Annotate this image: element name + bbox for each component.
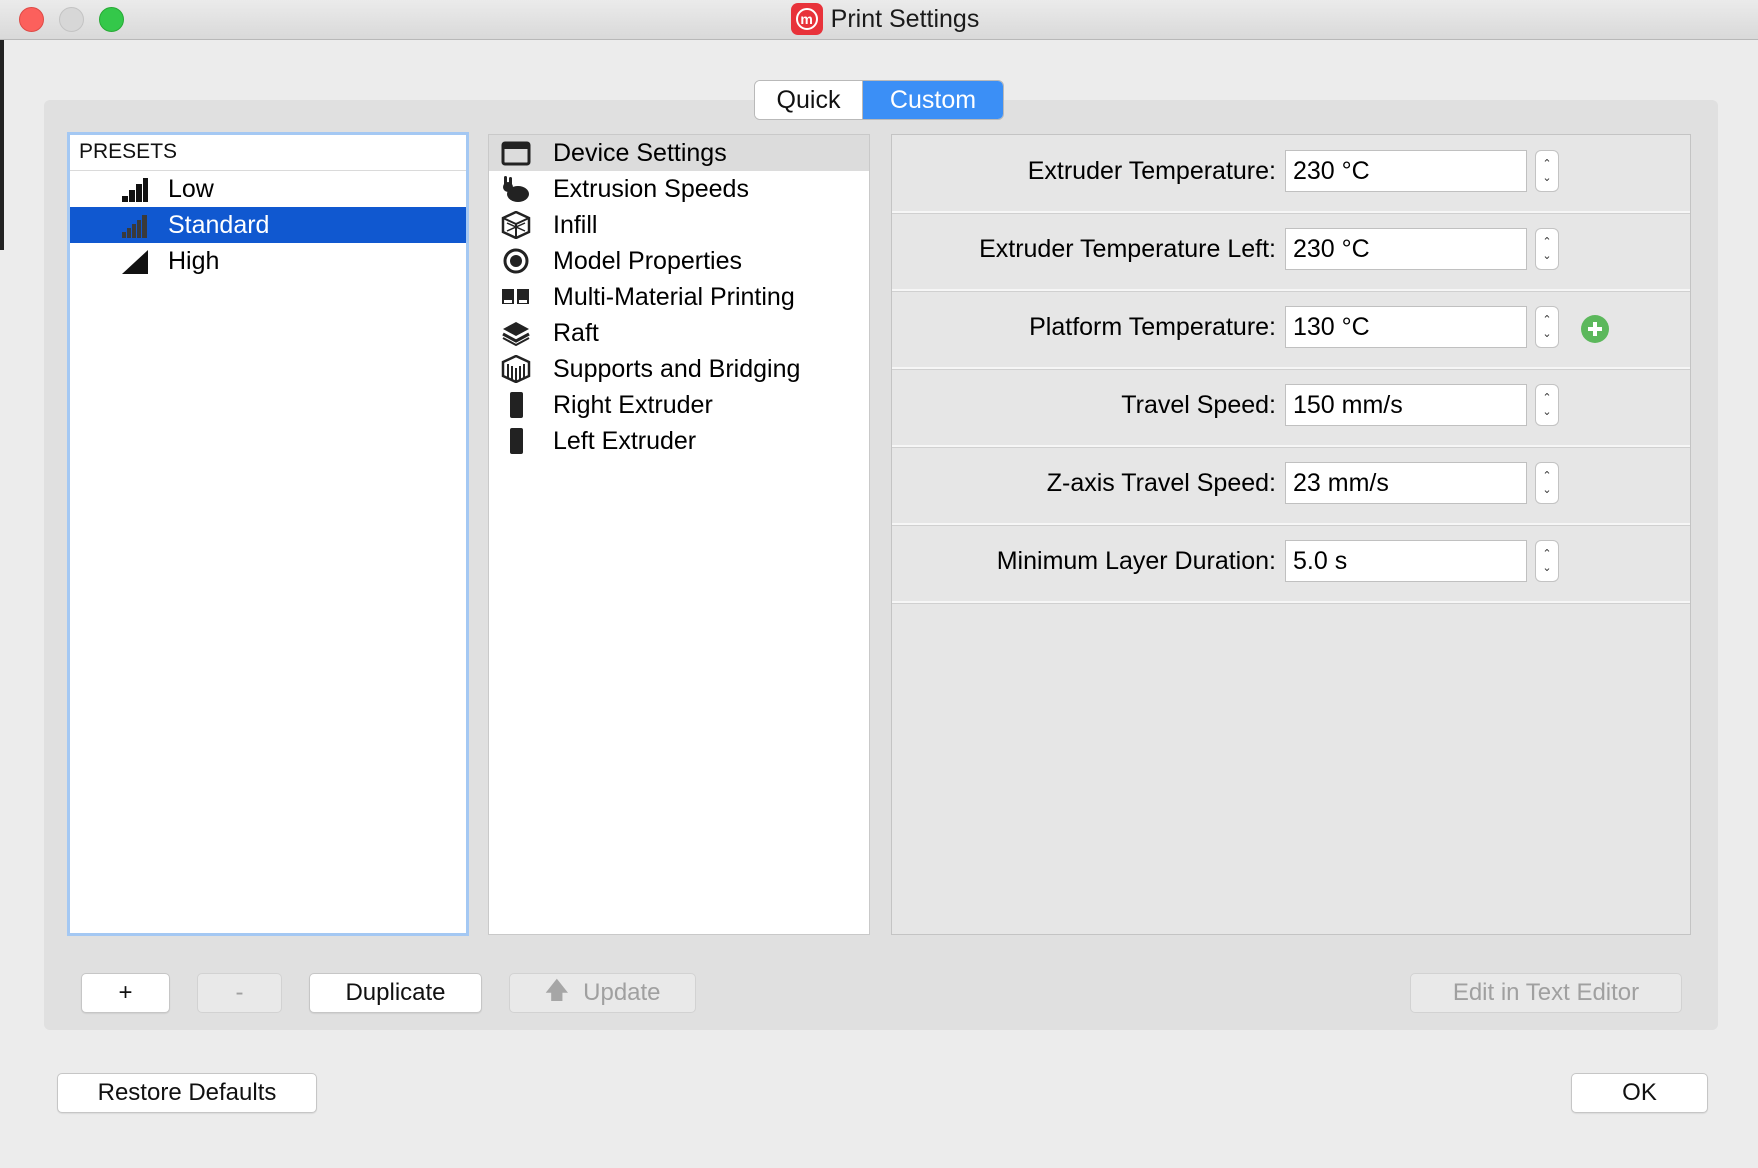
category-item-multi-material-printing[interactable]: Multi-Material Printing <box>489 279 869 315</box>
category-item-model-properties[interactable]: Model Properties <box>489 243 869 279</box>
category-label: Raft <box>553 318 599 347</box>
category-item-left-extruder[interactable]: Left Extruder <box>489 423 869 459</box>
stepper-up-icon[interactable]: ⌃ <box>1542 157 1551 171</box>
preset-item-low[interactable]: Low <box>70 171 466 207</box>
preset-item-standard[interactable]: Standard <box>70 207 466 243</box>
quality-high-icon <box>122 250 148 274</box>
category-item-infill[interactable]: Infill <box>489 207 869 243</box>
rabbit-icon <box>503 176 529 202</box>
plus-icon <box>1588 322 1602 336</box>
extruder-temperature-field[interactable] <box>1285 150 1527 192</box>
remove-preset-button[interactable]: - <box>197 973 282 1013</box>
presets-list[interactable]: PRESETS Low Standard High <box>67 132 469 936</box>
add-preset-button[interactable]: + <box>81 973 170 1013</box>
category-item-device-settings[interactable]: Device Settings <box>489 135 869 171</box>
extruder-temperature-stepper[interactable]: ⌃ ⌄ <box>1535 150 1559 192</box>
travel-speed-stepper[interactable]: ⌃ ⌄ <box>1535 384 1559 426</box>
category-label: Supports and Bridging <box>553 354 801 383</box>
stepper-up-icon[interactable]: ⌃ <box>1542 391 1551 405</box>
right-extruder-icon <box>510 392 523 418</box>
preset-label-high: High <box>168 246 220 275</box>
stepper-down-icon[interactable]: ⌄ <box>1542 483 1551 497</box>
minimum-layer-duration-stepper[interactable]: ⌃ ⌄ <box>1535 540 1559 582</box>
edit-in-text-editor-button[interactable]: Edit in Text Editor <box>1410 973 1682 1013</box>
left-extruder-icon <box>510 428 523 454</box>
duplicate-preset-button[interactable]: Duplicate <box>309 973 482 1013</box>
category-list[interactable]: Device Settings Extrusion Speeds Infill … <box>488 134 870 935</box>
app-logo-glyph: m <box>795 8 818 30</box>
category-item-raft[interactable]: Raft <box>489 315 869 351</box>
category-label: Model Properties <box>553 246 742 275</box>
setting-row-z-axis-travel-speed: Z-axis Travel Speed: ⌃⌄ <box>892 447 1690 525</box>
multi-material-icon <box>502 289 529 304</box>
tab-quick[interactable]: Quick <box>755 81 863 119</box>
preset-label-low: Low <box>168 174 214 203</box>
infill-cube-icon <box>501 211 531 239</box>
setting-row-travel-speed: Travel Speed: ⌃⌄ <box>892 369 1690 447</box>
setting-label: Minimum Layer Duration: <box>996 547 1276 575</box>
tab-custom[interactable]: Custom <box>863 81 1003 119</box>
device-settings-icon <box>501 141 531 166</box>
category-item-right-extruder[interactable]: Right Extruder <box>489 387 869 423</box>
quality-low-icon <box>122 178 148 202</box>
add-setting-plus-icon[interactable] <box>1581 315 1609 343</box>
setting-label: Extruder Temperature Left: <box>979 235 1276 263</box>
category-item-supports-and-bridging[interactable]: Supports and Bridging <box>489 351 869 387</box>
stepper-up-icon[interactable]: ⌃ <box>1542 547 1551 561</box>
stepper-up-icon[interactable]: ⌃ <box>1542 313 1551 327</box>
setting-row-extruder-temperature: Extruder Temperature: ⌃⌄ <box>892 135 1690 213</box>
title-bar: m Print Settings <box>0 0 1758 40</box>
restore-defaults-button[interactable]: Restore Defaults <box>57 1073 317 1113</box>
category-item-extrusion-speeds[interactable]: Extrusion Speeds <box>489 171 869 207</box>
quality-standard-icon <box>122 215 147 238</box>
raft-layers-icon <box>502 322 530 347</box>
category-label: Right Extruder <box>553 390 713 419</box>
z-axis-travel-speed-field[interactable] <box>1285 462 1527 504</box>
ok-button[interactable]: OK <box>1571 1073 1708 1113</box>
model-properties-icon <box>503 248 529 274</box>
stepper-down-icon[interactable]: ⌄ <box>1542 561 1551 575</box>
minimum-layer-duration-field[interactable] <box>1285 540 1527 582</box>
platform-temperature-stepper[interactable]: ⌃ ⌄ <box>1535 306 1559 348</box>
platform-temperature-field[interactable] <box>1285 306 1527 348</box>
category-label: Extrusion Speeds <box>553 174 749 203</box>
update-label: Update <box>583 979 661 1006</box>
app-logo-icon: m <box>790 3 823 35</box>
preset-label-standard: Standard <box>168 210 270 239</box>
window-title: Print Settings <box>830 4 980 33</box>
setting-label: Travel Speed: <box>1121 391 1276 419</box>
background-window-edge <box>0 40 4 250</box>
setting-label: Platform Temperature: <box>1029 313 1276 341</box>
window-title-group: m Print Settings <box>0 3 1758 35</box>
mode-segmented-control: Quick Custom <box>754 80 1004 120</box>
stepper-down-icon[interactable]: ⌄ <box>1542 327 1551 341</box>
preset-item-high[interactable]: High <box>70 243 466 279</box>
stepper-down-icon[interactable]: ⌄ <box>1542 171 1551 185</box>
setting-label: Z-axis Travel Speed: <box>1046 469 1276 497</box>
stepper-down-icon[interactable]: ⌄ <box>1542 405 1551 419</box>
stepper-down-icon[interactable]: ⌄ <box>1542 249 1551 263</box>
upload-arrow-icon: 🡅 <box>544 976 570 1004</box>
supports-icon <box>501 355 531 383</box>
stepper-up-icon[interactable]: ⌃ <box>1542 235 1551 249</box>
update-preset-button[interactable]: 🡅 Update <box>509 973 696 1013</box>
extruder-temperature-left-field[interactable] <box>1285 228 1527 270</box>
category-label: Infill <box>553 210 598 239</box>
setting-row-minimum-layer-duration: Minimum Layer Duration: ⌃⌄ <box>892 525 1690 603</box>
setting-row-platform-temperature: Platform Temperature: ⌃⌄ <box>892 291 1690 369</box>
category-label: Left Extruder <box>553 426 697 455</box>
device-settings-panel: Extruder Temperature: ⌃⌄ Extruder Temper… <box>891 134 1691 935</box>
category-label: Device Settings <box>553 138 727 167</box>
z-axis-travel-speed-stepper[interactable]: ⌃ ⌄ <box>1535 462 1559 504</box>
setting-label: Extruder Temperature: <box>1027 157 1276 185</box>
setting-row-extruder-temperature-left: Extruder Temperature Left: ⌃⌄ <box>892 213 1690 291</box>
presets-header: PRESETS <box>70 135 466 171</box>
category-label: Multi-Material Printing <box>553 282 795 311</box>
extruder-temperature-left-stepper[interactable]: ⌃ ⌄ <box>1535 228 1559 270</box>
stepper-up-icon[interactable]: ⌃ <box>1542 469 1551 483</box>
travel-speed-field[interactable] <box>1285 384 1527 426</box>
